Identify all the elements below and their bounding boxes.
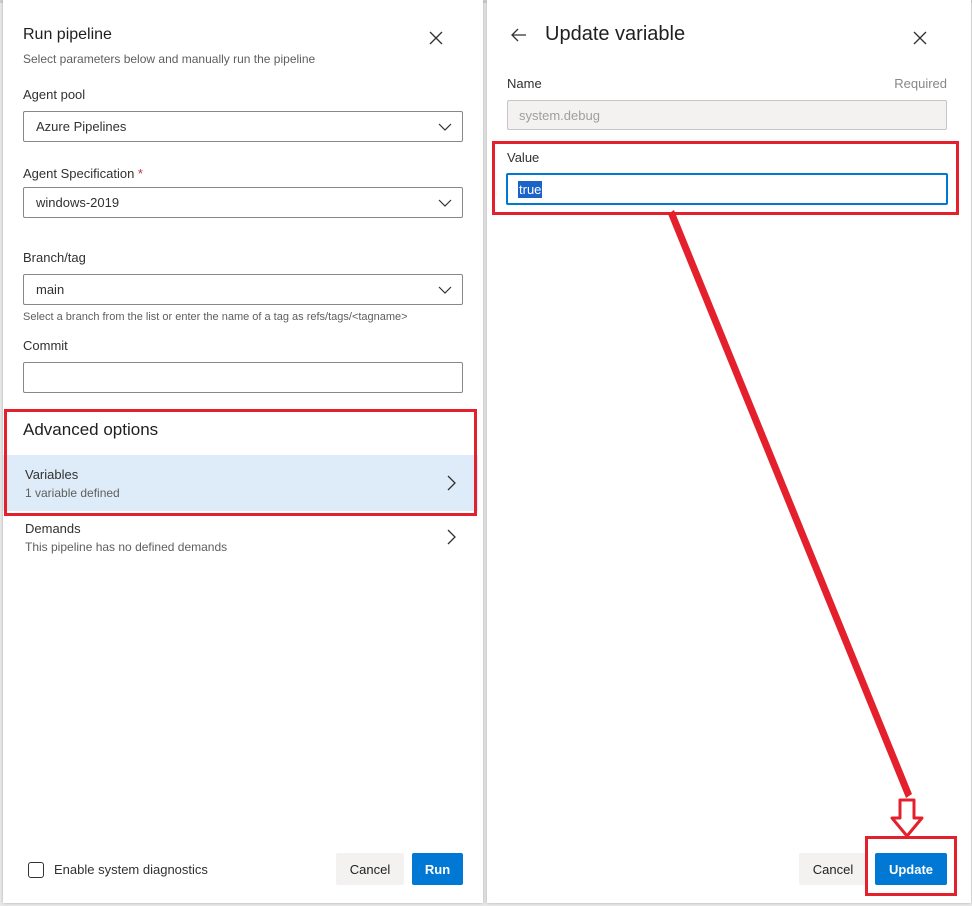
annotation-arrow-layer: [668, 210, 924, 838]
annotation-arrow-line: [668, 210, 912, 798]
down-arrow-annotation-icon: [890, 798, 924, 838]
